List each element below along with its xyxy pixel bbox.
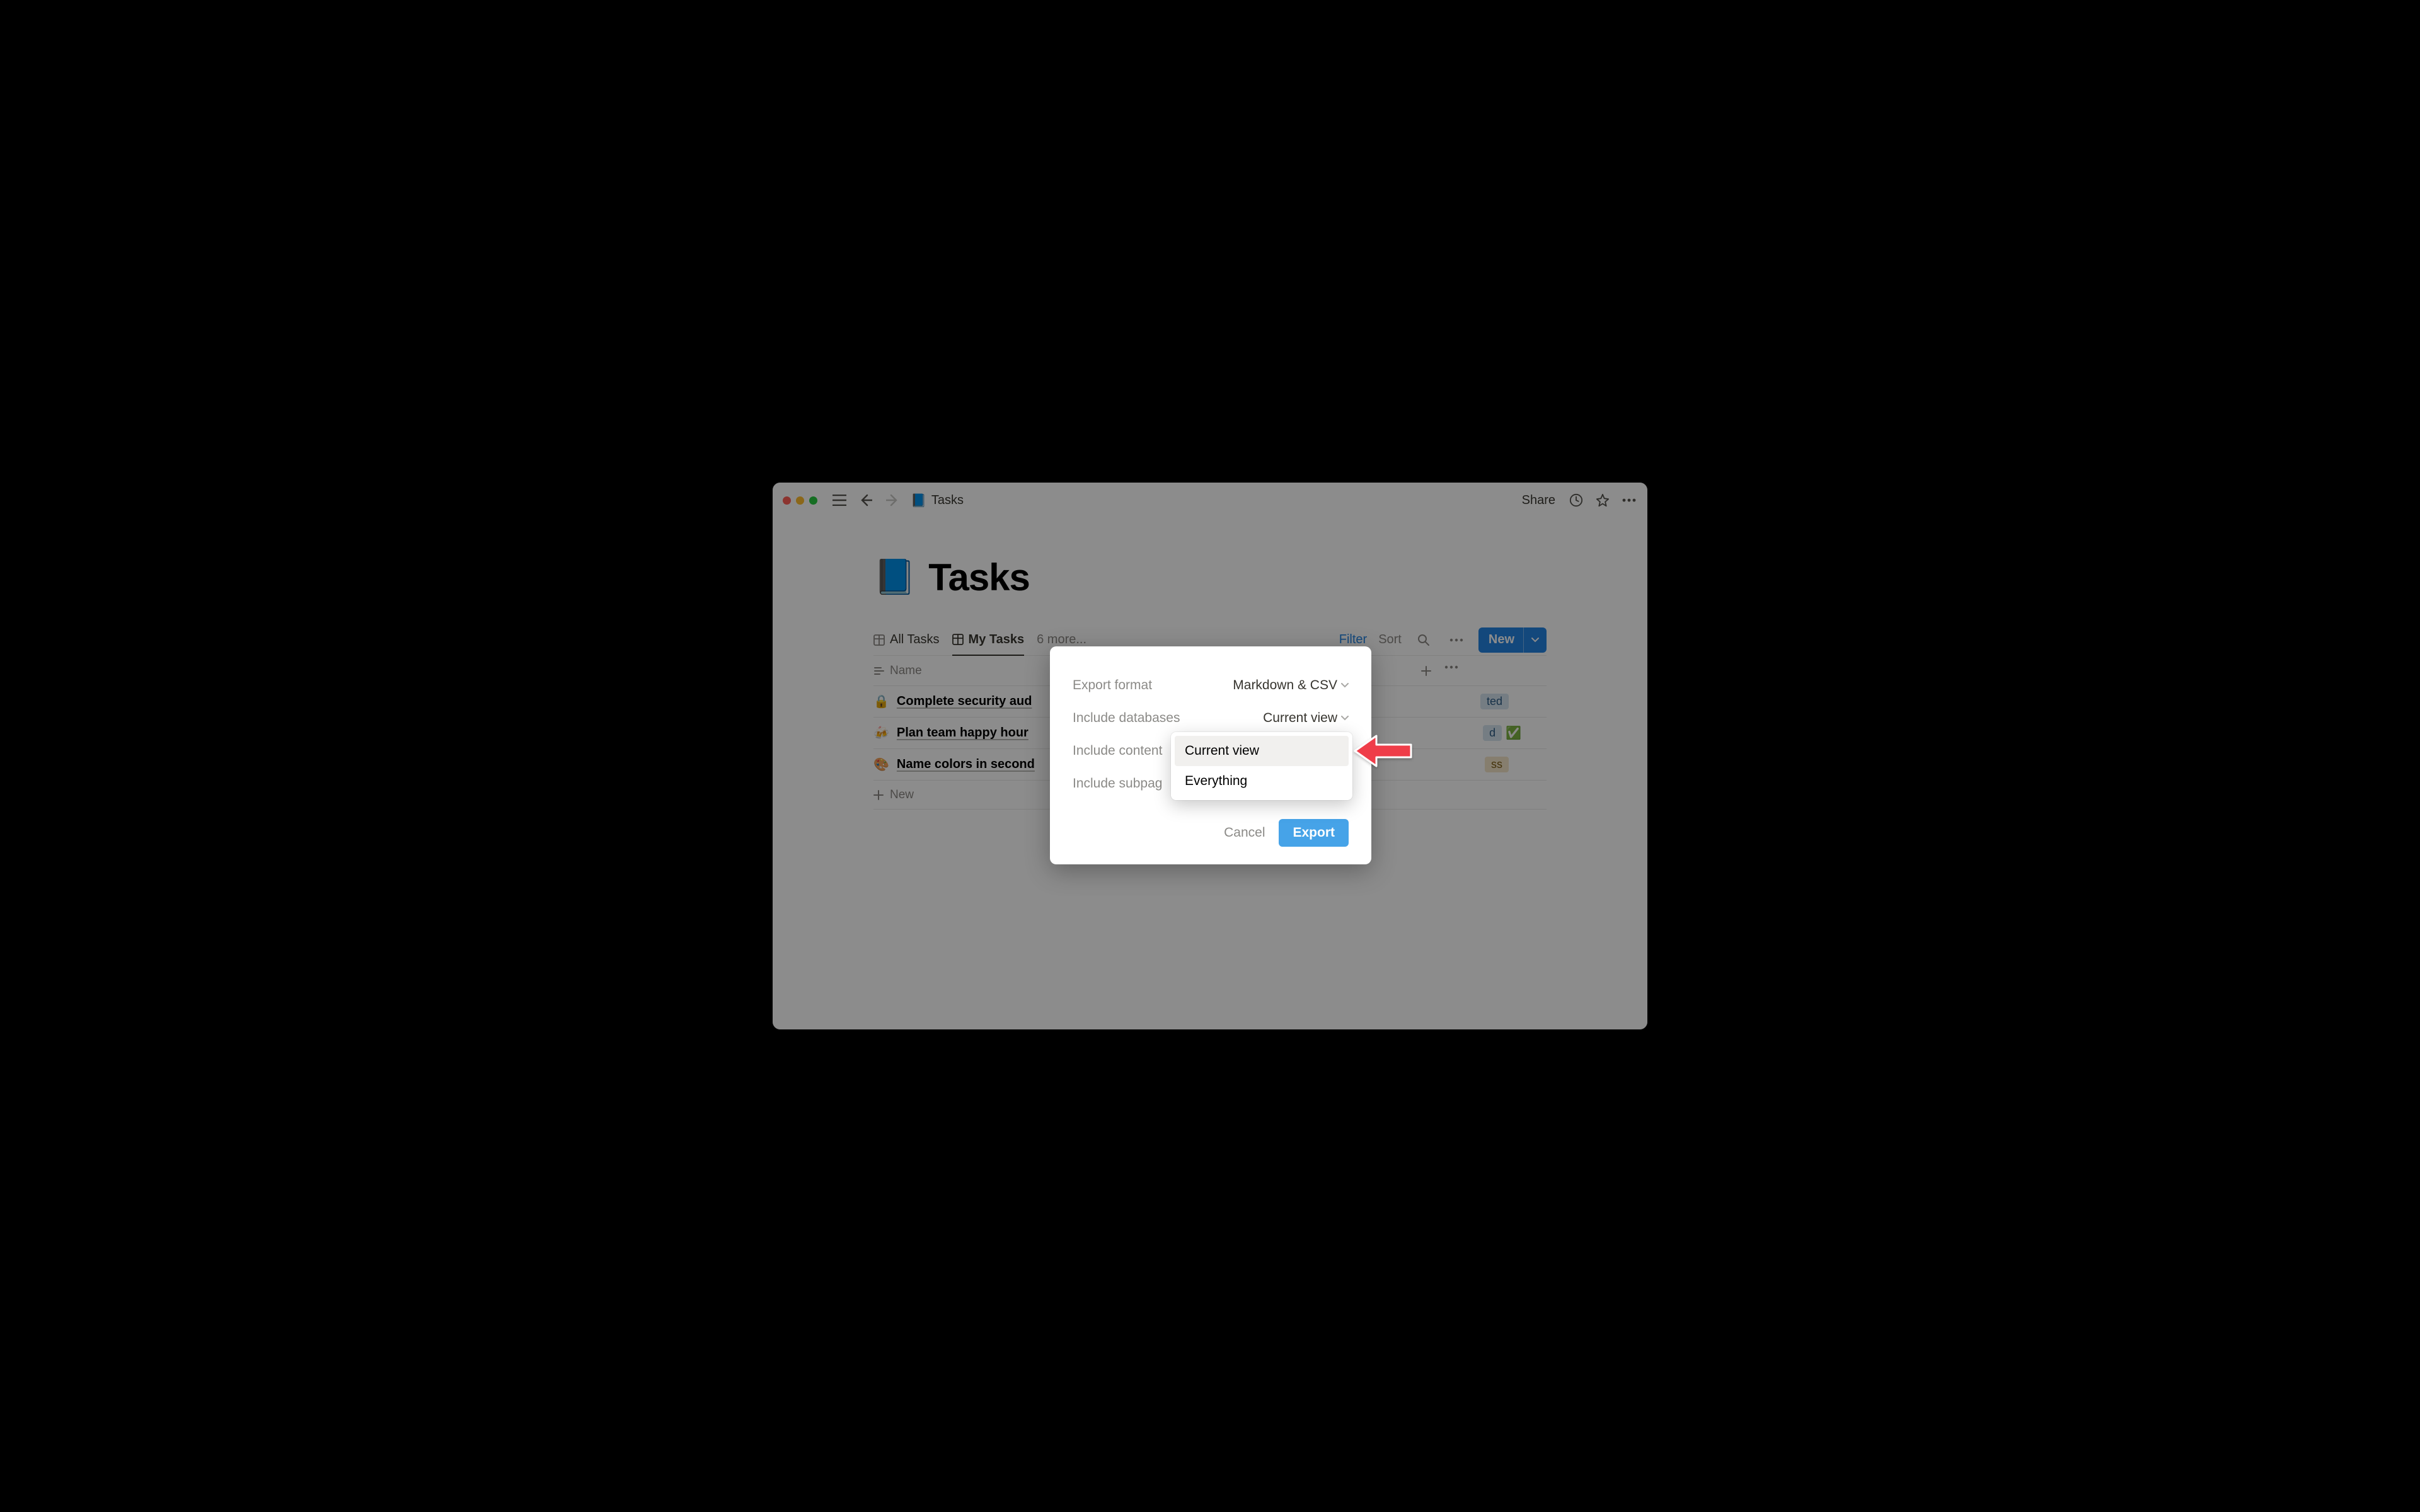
include-subpages-label: Include subpag <box>1073 776 1162 791</box>
include-databases-text: Current view <box>1263 711 1337 726</box>
chevron-down-icon <box>1341 716 1349 721</box>
include-databases-row: Include databases Current view <box>1073 702 1349 735</box>
include-databases-value[interactable]: Current view <box>1263 711 1349 726</box>
chevron-down-icon <box>1341 683 1349 688</box>
modal-actions: Cancel Export <box>1073 819 1349 847</box>
dropdown-option-current-view[interactable]: Current view <box>1175 736 1349 766</box>
include-databases-label: Include databases <box>1073 711 1180 726</box>
export-format-row: Export format Markdown & CSV <box>1073 669 1349 702</box>
dropdown-option-everything[interactable]: Everything <box>1175 766 1349 796</box>
export-format-label: Export format <box>1073 678 1152 693</box>
include-content-label: Include content <box>1073 743 1162 759</box>
cancel-button[interactable]: Cancel <box>1224 825 1265 840</box>
export-format-text: Markdown & CSV <box>1233 678 1337 693</box>
export-format-value[interactable]: Markdown & CSV <box>1233 678 1349 693</box>
export-button[interactable]: Export <box>1279 819 1349 847</box>
include-databases-dropdown: Current view Everything <box>1171 732 1352 800</box>
